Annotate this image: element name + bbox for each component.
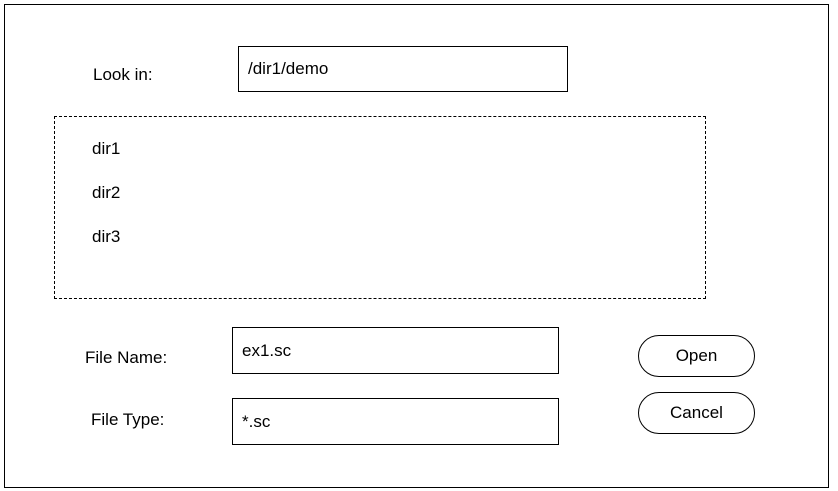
list-item-dir3[interactable]: dir3 [92, 227, 120, 247]
file-type-label: File Type: [91, 410, 165, 429]
file-open-dialog: Look in: /dir1/demo dir1 dir2 dir3 File … [4, 4, 829, 488]
look-in-label: Look in: [93, 65, 153, 84]
look-in-field[interactable]: /dir1/demo [238, 46, 568, 92]
file-type-value: *.sc [242, 411, 271, 431]
file-list[interactable]: dir1 dir2 dir3 [54, 116, 706, 299]
list-item-dir2[interactable]: dir2 [92, 183, 120, 203]
look-in-value: /dir1/demo [248, 59, 329, 78]
file-name-label: File Name: [85, 348, 168, 367]
list-item-dir1[interactable]: dir1 [92, 139, 120, 159]
file-type-field[interactable]: *.sc [232, 398, 559, 445]
file-name-field[interactable]: ex1.sc [232, 327, 559, 374]
file-name-value: ex1.sc [242, 340, 292, 360]
cancel-button[interactable]: Cancel [638, 392, 755, 434]
open-button[interactable]: Open [638, 335, 755, 377]
